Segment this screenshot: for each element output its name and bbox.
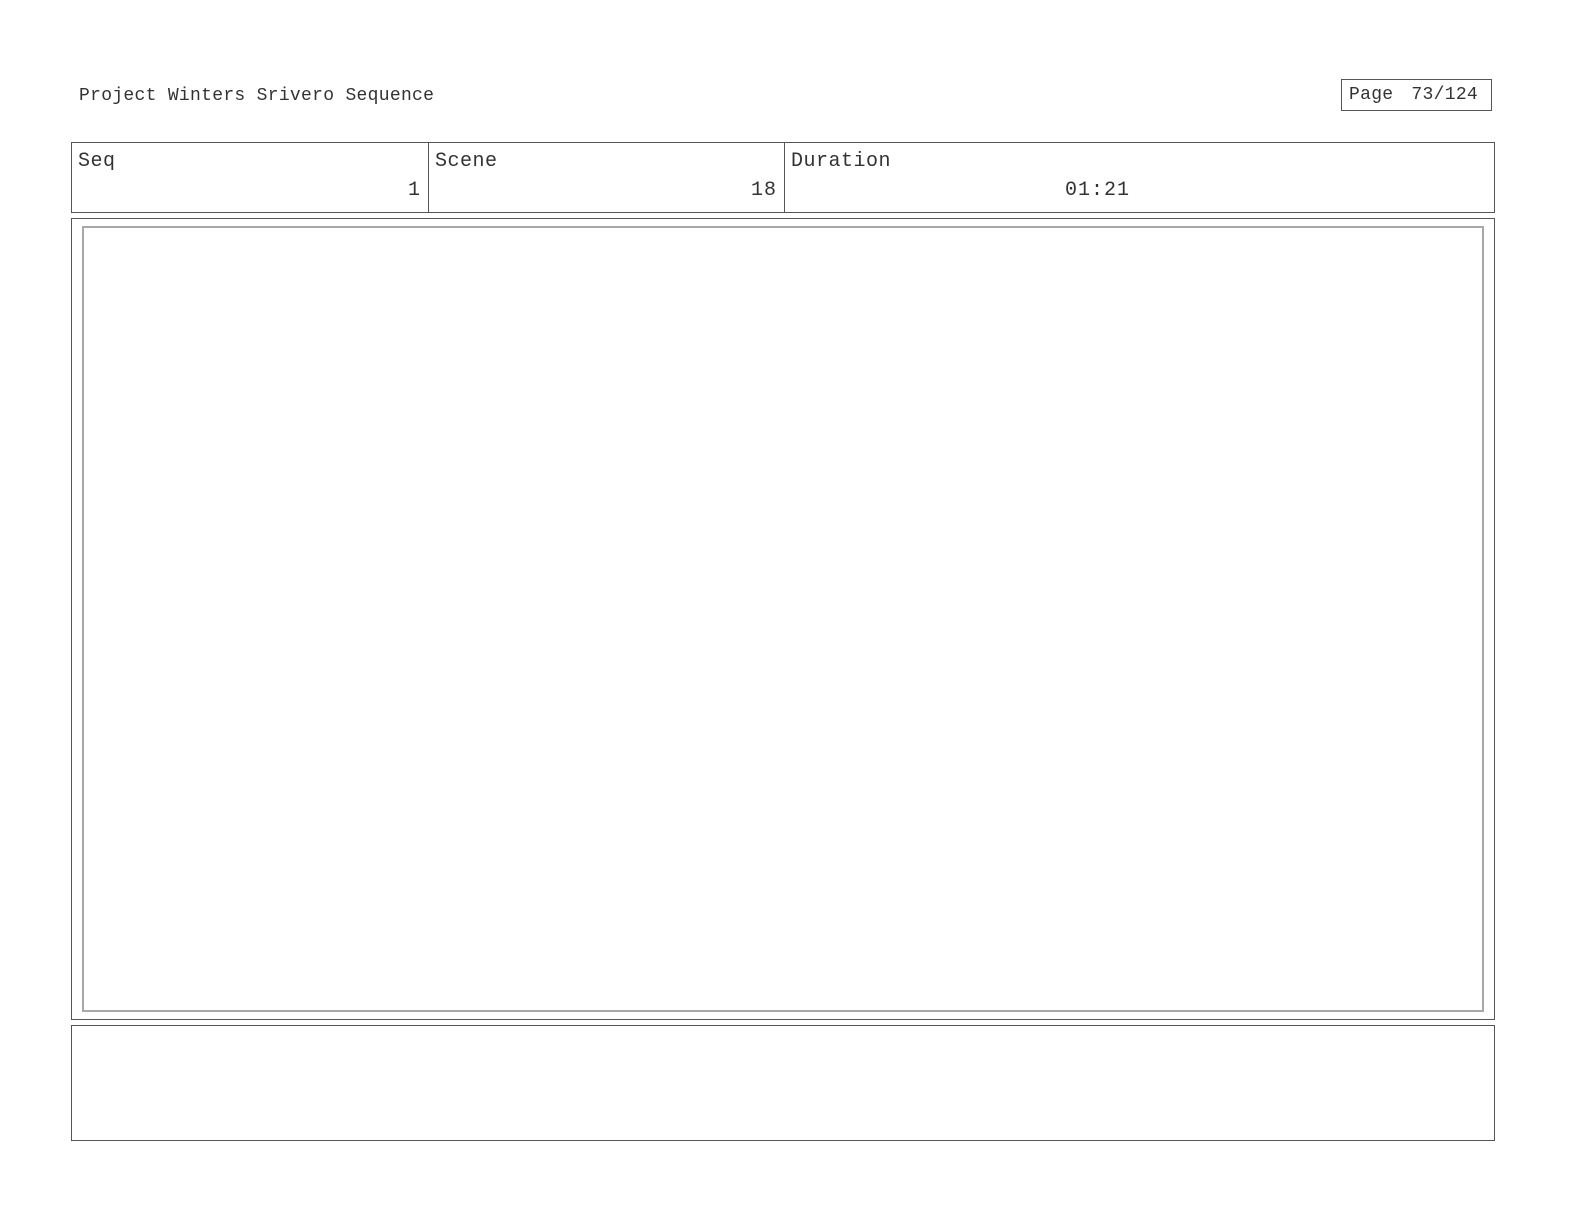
notes-area — [71, 1025, 1495, 1141]
page-label: Page — [1349, 85, 1394, 105]
scene-value: 18 — [750, 179, 777, 202]
storyboard-image-area — [82, 226, 1484, 1012]
seq-value: 1 — [407, 179, 421, 202]
page-indicator: Page 73/124 — [1341, 79, 1492, 111]
storyboard-frame — [71, 218, 1495, 1020]
duration-value: 01:21 — [1065, 179, 1131, 202]
project-title: Project Winters Srivero Sequence — [79, 86, 435, 106]
scene-label: Scene — [435, 150, 498, 173]
scene-cell: Scene 18 — [428, 143, 784, 212]
seq-label: Seq — [78, 150, 116, 173]
duration-label: Duration — [791, 150, 892, 173]
shot-info-table: Seq 1 Scene 18 Duration 01:21 — [71, 142, 1495, 213]
page-number: 73/124 — [1411, 85, 1479, 105]
seq-cell: Seq 1 — [72, 143, 428, 212]
duration-cell: Duration 01:21 — [784, 143, 1494, 212]
